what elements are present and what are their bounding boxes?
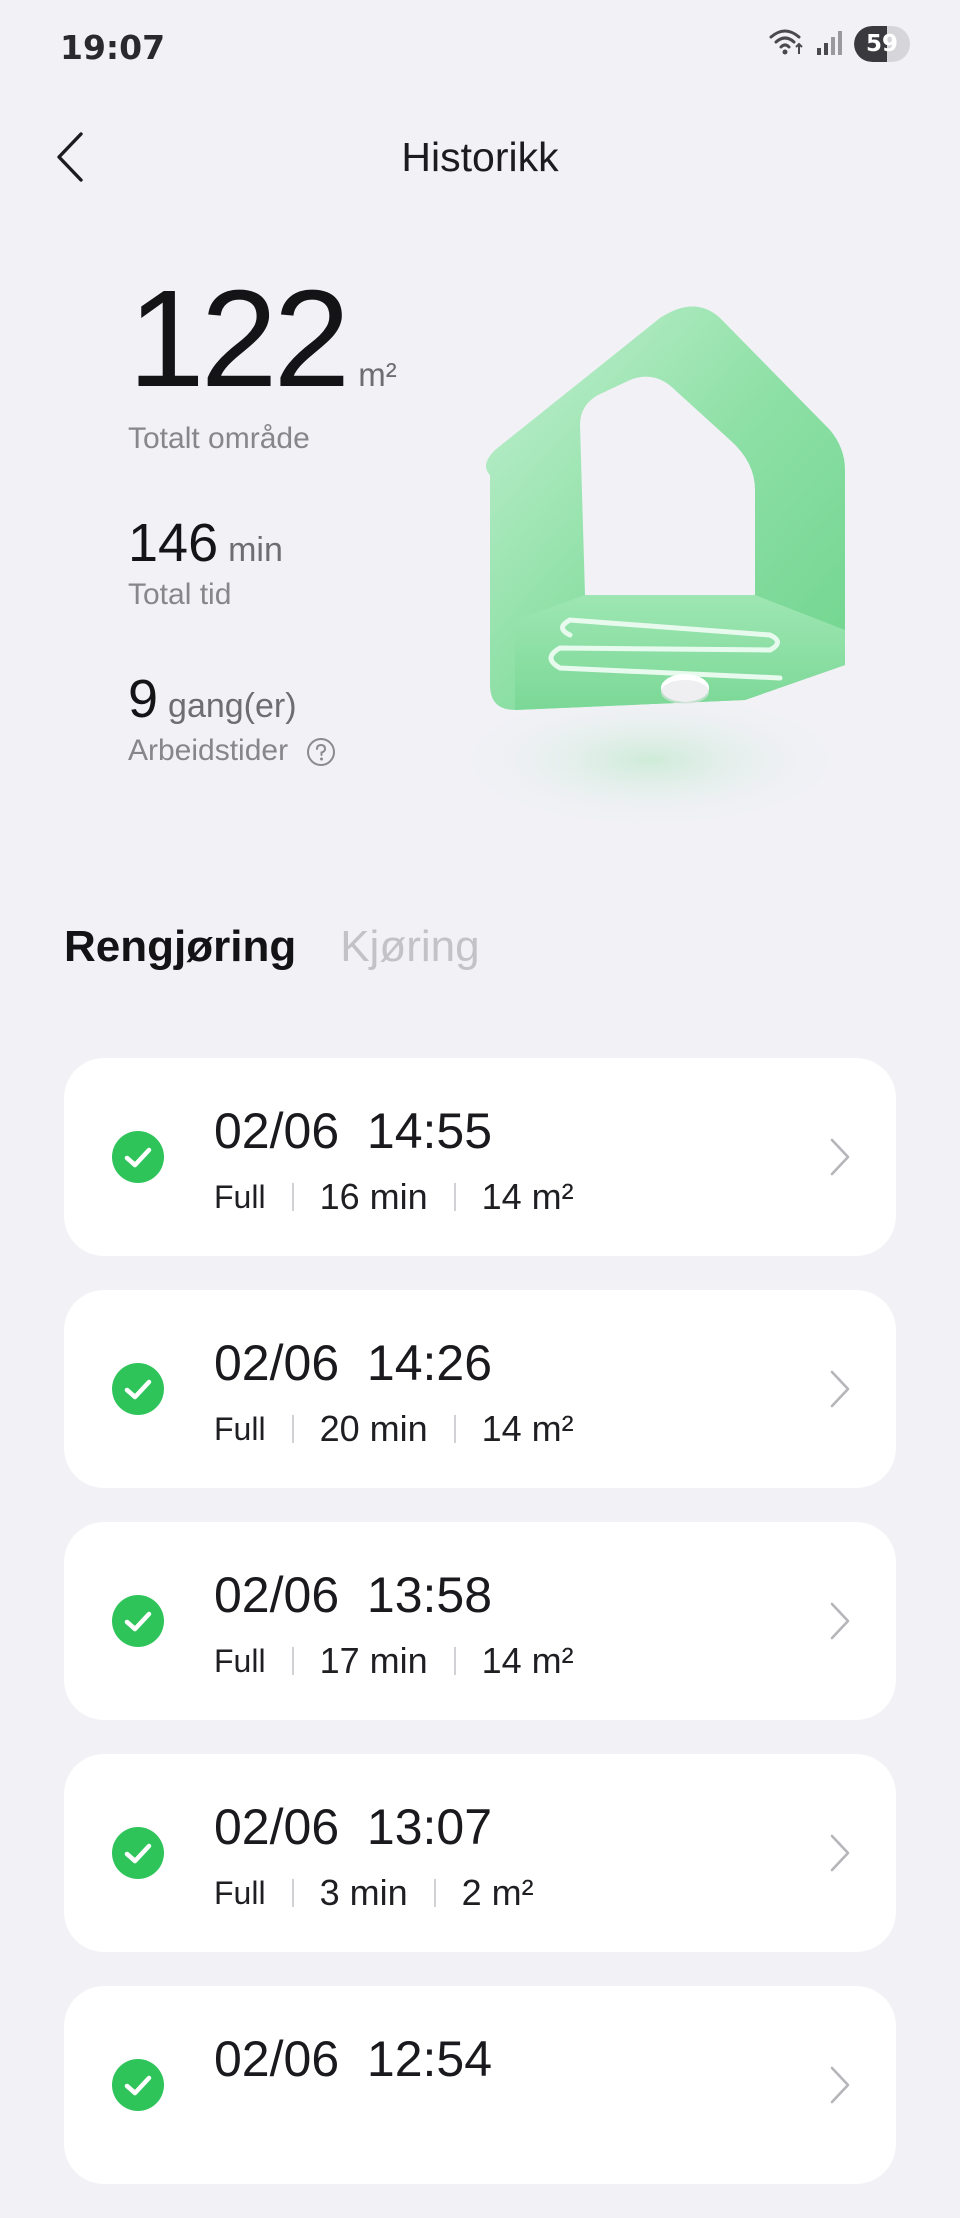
history-duration: 17 min [319, 1640, 428, 1681]
check-circle-icon [112, 1131, 164, 1183]
divider [291, 1415, 294, 1443]
history-datetime: 02/06 14:26 [214, 1334, 492, 1392]
header: Historikk [0, 110, 960, 206]
wifi-icon [768, 27, 806, 62]
history-area: 14 m² [481, 1408, 574, 1449]
history-meta: Full 16 min 14 m² [214, 1176, 574, 1218]
total-time-value: 146 [128, 513, 219, 573]
history-mode: Full [214, 1178, 266, 1215]
history-datetime: 02/06 12:54 [214, 2030, 492, 2088]
total-area-value: 122 [128, 262, 350, 416]
history-date: 02/06 [214, 1335, 340, 1391]
history-meta: Full 3 min 2 m² [214, 1872, 534, 1914]
tab-runs[interactable]: Kjøring [340, 922, 479, 972]
status-icons: 59 [768, 26, 910, 62]
house-illustration [420, 290, 880, 850]
check-circle-icon [112, 1363, 164, 1415]
divider [291, 1879, 294, 1907]
tab-cleaning[interactable]: Rengjøring [64, 922, 296, 972]
divider [433, 1879, 436, 1907]
total-time-unit: min [228, 531, 283, 569]
chevron-right-icon [830, 2066, 850, 2104]
total-area-unit: m² [358, 356, 397, 393]
history-date: 02/06 [214, 1799, 340, 1855]
history-item[interactable]: 02/06 14:26 Full 20 min 14 m² [64, 1290, 896, 1488]
divider [453, 1183, 456, 1211]
history-tabs: Rengjøring Kjøring [64, 922, 480, 972]
history-item[interactable]: 02/06 12:54 [64, 1986, 896, 2184]
history-duration: 16 min [319, 1176, 428, 1217]
history-time: 13:07 [366, 1799, 493, 1855]
history-date: 02/06 [214, 1103, 340, 1159]
battery-icon: 59 [854, 26, 910, 62]
check-circle-icon [112, 2059, 164, 2111]
check-circle-icon [112, 1595, 164, 1647]
work-count-value: 9 [128, 669, 159, 729]
divider [291, 1183, 294, 1211]
help-circle-icon[interactable] [306, 737, 336, 767]
history-time: 13:58 [366, 1567, 493, 1623]
chevron-right-icon [830, 1834, 850, 1872]
history-area: 14 m² [481, 1640, 574, 1681]
history-item[interactable]: 02/06 13:07 Full 3 min 2 m² [64, 1754, 896, 1952]
divider [453, 1647, 456, 1675]
status-time: 19:07 [60, 28, 166, 67]
history-duration: 20 min [319, 1408, 428, 1449]
history-date: 02/06 [214, 1567, 340, 1623]
history-list: 02/06 14:55 Full 16 min 14 m² 02/06 14:2… [64, 1058, 896, 2218]
history-datetime: 02/06 13:07 [214, 1798, 492, 1856]
history-area: 2 m² [461, 1872, 534, 1913]
battery-percent: 59 [865, 31, 898, 57]
history-item[interactable]: 02/06 14:55 Full 16 min 14 m² [64, 1058, 896, 1256]
history-mode: Full [214, 1642, 266, 1679]
history-time: 14:55 [366, 1103, 493, 1159]
history-time: 14:26 [366, 1335, 493, 1391]
check-circle-icon [112, 1827, 164, 1879]
history-duration: 3 min [319, 1872, 408, 1913]
chevron-right-icon [830, 1370, 850, 1408]
history-item[interactable]: 02/06 13:58 Full 17 min 14 m² [64, 1522, 896, 1720]
history-meta: Full 17 min 14 m² [214, 1640, 574, 1682]
history-mode: Full [214, 1874, 266, 1911]
history-datetime: 02/06 14:55 [214, 1102, 492, 1160]
history-area: 14 m² [481, 1176, 574, 1217]
divider [453, 1415, 456, 1443]
history-mode: Full [214, 1410, 266, 1447]
work-count-unit: gang(er) [168, 687, 297, 725]
divider [291, 1647, 294, 1675]
status-bar: 19:07 59 [0, 0, 960, 96]
chevron-right-icon [830, 1138, 850, 1176]
work-count-label: Arbeidstider [128, 734, 289, 767]
history-datetime: 02/06 13:58 [214, 1566, 492, 1624]
history-meta: Full 20 min 14 m² [214, 1408, 574, 1450]
chevron-right-icon [830, 1602, 850, 1640]
signal-icon [816, 28, 844, 61]
history-date: 02/06 [214, 2031, 340, 2087]
page-title: Historikk [401, 134, 559, 180]
history-time: 12:54 [366, 2031, 493, 2087]
